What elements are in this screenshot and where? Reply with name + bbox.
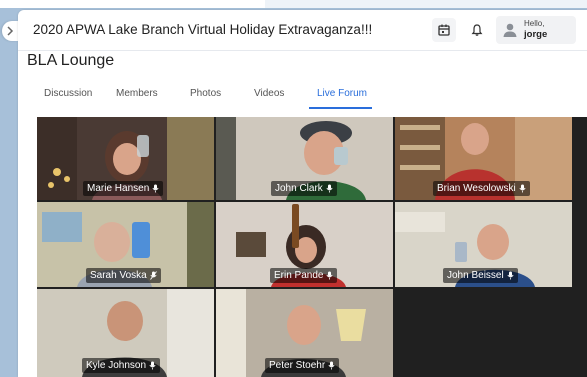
participant-name: Kyle Johnson	[86, 360, 147, 371]
tab-members[interactable]: Members	[116, 88, 158, 99]
video-grid: Marie Hansen John Clark Brian Wesolowski…	[37, 117, 587, 377]
user-menu[interactable]: Hello, jorge	[496, 16, 576, 44]
active-tab-indicator	[309, 107, 372, 109]
tab-live-forum[interactable]: Live Forum	[317, 88, 367, 99]
participant-name-tag: Marie Hansen	[83, 181, 164, 196]
video-tile-erin-pande[interactable]: Erin Pande	[216, 202, 393, 287]
microphone-icon	[149, 361, 156, 370]
participant-name-tag: Erin Pande	[270, 268, 338, 283]
calendar-icon	[438, 24, 450, 36]
notifications-button[interactable]	[465, 18, 489, 42]
user-name: jorge	[524, 29, 548, 40]
participant-name: Sarah Voska	[90, 270, 147, 281]
background-card-edge	[0, 0, 265, 8]
video-tile-marie-hansen[interactable]: Marie Hansen	[37, 117, 214, 200]
tab-videos[interactable]: Videos	[254, 88, 284, 99]
participant-name-tag: Brian Wesolowski	[433, 181, 530, 196]
participant-name: John Clark	[275, 183, 323, 194]
tab-bar: Discussion Members Photos Videos Live Fo…	[18, 82, 587, 110]
user-avatar-icon	[503, 23, 517, 37]
sidebar-toggle[interactable]	[2, 21, 18, 41]
participant-name-tag: John Clark	[271, 181, 337, 196]
main-page: 2020 APWA Lake Branch Virtual Holiday Ex…	[18, 10, 587, 377]
participant-name-tag: Kyle Johnson	[82, 358, 161, 373]
video-tile-peter-stoehr[interactable]: Peter Stoehr	[216, 289, 393, 377]
user-greeting: Hello,	[524, 19, 545, 28]
chevron-right-icon	[7, 26, 14, 36]
microphone-icon	[326, 184, 333, 193]
participant-name-tag: John Beissel	[443, 268, 518, 283]
calendar-button[interactable]	[432, 18, 456, 42]
video-tile-sarah-voska[interactable]: Sarah Voska	[37, 202, 214, 287]
microphone-icon	[326, 271, 334, 280]
video-tile-john-clark[interactable]: John Clark	[216, 117, 393, 200]
participant-name-tag: Peter Stoehr	[265, 358, 340, 373]
participant-name: Erin Pande	[274, 270, 324, 281]
participant-name: Marie Hansen	[87, 183, 150, 194]
page-title: BLA Lounge	[27, 52, 115, 69]
participant-name: Brian Wesolowski	[437, 183, 516, 194]
participant-name: John Beissel	[447, 270, 504, 281]
tab-photos[interactable]: Photos	[190, 88, 221, 99]
participant-name-tag: Sarah Voska	[86, 268, 161, 283]
tab-discussion[interactable]: Discussion	[44, 88, 92, 99]
group-title[interactable]: 2020 APWA Lake Branch Virtual Holiday Ex…	[33, 22, 372, 37]
video-tile-john-beissel[interactable]: John Beissel	[395, 202, 572, 287]
top-bar: 2020 APWA Lake Branch Virtual Holiday Ex…	[18, 10, 587, 51]
microphone-icon	[519, 184, 526, 193]
microphone-icon	[328, 361, 335, 370]
video-tile-brian-wesolowski[interactable]: Brian Wesolowski	[395, 117, 572, 200]
microphone-icon	[507, 271, 514, 280]
bell-icon	[471, 24, 483, 36]
video-tile-kyle-johnson[interactable]: Kyle Johnson	[37, 289, 214, 377]
microphone-icon	[152, 184, 159, 193]
participant-name: Peter Stoehr	[269, 360, 326, 371]
microphone-muted-icon	[149, 271, 157, 280]
